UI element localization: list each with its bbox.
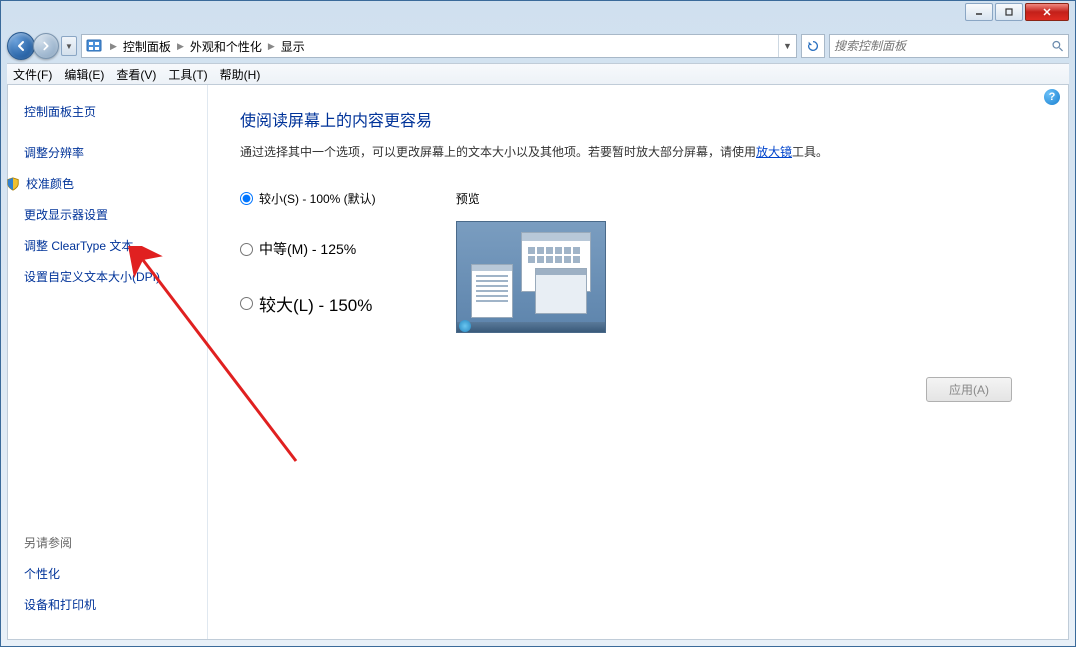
nav-history-button[interactable]: ▼: [61, 36, 77, 56]
control-panel-icon: [86, 38, 102, 54]
close-icon: [1042, 7, 1052, 17]
breadcrumb-item[interactable]: 显示: [279, 38, 307, 55]
help-button[interactable]: ?: [1044, 89, 1060, 105]
sidebar-item-cleartype[interactable]: 调整 ClearType 文本: [24, 237, 207, 254]
sidebar-see-also-heading: 另请参阅: [24, 534, 207, 551]
search-box[interactable]: [829, 34, 1069, 58]
chevron-down-icon: ▼: [65, 42, 73, 51]
refresh-button[interactable]: [801, 34, 825, 58]
menu-bar: 文件(F) 编辑(E) 查看(V) 工具(T) 帮助(H): [7, 63, 1069, 85]
options-row: 较小(S) - 100% (默认) 中等(M) - 125% 较大(L) - 1…: [240, 190, 1036, 333]
forward-icon: [40, 40, 52, 52]
sidebar-item-label: 校准颜色: [26, 175, 74, 192]
sidebar-item-custom-dpi[interactable]: 设置自定义文本大小(DPI): [24, 268, 207, 285]
minimize-button[interactable]: [965, 3, 993, 21]
option-label: 中等(M) - 125%: [259, 239, 356, 259]
sidebar-item-personalization[interactable]: 个性化: [24, 565, 207, 582]
apply-button[interactable]: 应用(A): [926, 377, 1012, 402]
titlebar: [1, 1, 1075, 29]
radio-medium[interactable]: [240, 243, 253, 256]
back-icon: [14, 39, 28, 53]
option-medium[interactable]: 中等(M) - 125%: [240, 239, 376, 259]
address-box[interactable]: ▶ 控制面板 ▶ 外观和个性化 ▶ 显示 ▼: [81, 34, 797, 58]
breadcrumb-item[interactable]: 外观和个性化: [188, 38, 264, 55]
help-icon: ?: [1049, 91, 1056, 103]
preview-image: [456, 221, 606, 333]
sidebar-item-label: 设置自定义文本大小(DPI): [24, 268, 160, 285]
menu-edit[interactable]: 编辑(E): [64, 66, 104, 83]
shield-icon: [6, 177, 20, 191]
sidebar: 控制面板主页 调整分辨率 校准颜色 更改显示器设置 调整 ClearType 文…: [8, 85, 208, 639]
close-button[interactable]: [1025, 3, 1069, 21]
option-small[interactable]: 较小(S) - 100% (默认): [240, 190, 376, 207]
sidebar-item-home[interactable]: 控制面板主页: [24, 103, 207, 120]
sidebar-item-calibrate[interactable]: 校准颜色: [24, 175, 207, 192]
sidebar-item-label: 调整分辨率: [24, 144, 84, 161]
address-bar: ▼ ▶ 控制面板 ▶ 外观和个性化 ▶ 显示 ▼: [1, 29, 1075, 63]
sidebar-item-devices-printers[interactable]: 设备和打印机: [24, 596, 207, 613]
breadcrumb-separator-icon: ▶: [177, 41, 184, 52]
search-icon: [1051, 39, 1064, 53]
option-label: 较大(L) - 150%: [259, 291, 372, 316]
sidebar-item-label: 更改显示器设置: [24, 206, 108, 223]
sidebar-item-label: 设备和打印机: [24, 596, 96, 613]
search-input[interactable]: [834, 39, 1051, 53]
magnifier-link[interactable]: 放大镜: [756, 145, 792, 159]
breadcrumb-separator-icon: ▶: [268, 41, 275, 52]
main-panel: ? 使阅读屏幕上的内容更容易 通过选择其中一个选项，可以更改屏幕上的文本大小以及…: [208, 85, 1068, 639]
option-large[interactable]: 较大(L) - 150%: [240, 291, 376, 316]
menu-view[interactable]: 查看(V): [116, 66, 156, 83]
radio-large[interactable]: [240, 297, 253, 310]
sidebar-item-label: 控制面板主页: [24, 103, 96, 120]
breadcrumb-separator-icon: ▶: [110, 41, 117, 52]
sidebar-item-resolution[interactable]: 调整分辨率: [24, 144, 207, 161]
page-description: 通过选择其中一个选项，可以更改屏幕上的文本大小以及其他项。若要暂时放大部分屏幕，…: [240, 143, 1036, 162]
menu-tools[interactable]: 工具(T): [168, 66, 207, 83]
refresh-icon: [806, 39, 820, 53]
content-area: 控制面板主页 调整分辨率 校准颜色 更改显示器设置 调整 ClearType 文…: [7, 85, 1069, 640]
preview-label: 预览: [456, 190, 606, 207]
sidebar-item-display-settings[interactable]: 更改显示器设置: [24, 206, 207, 223]
radio-small[interactable]: [240, 192, 253, 205]
sidebar-item-label: 个性化: [24, 565, 60, 582]
maximize-button[interactable]: [995, 3, 1023, 21]
apply-row: 应用(A): [240, 377, 1036, 402]
menu-help[interactable]: 帮助(H): [220, 66, 261, 83]
minimize-icon: [974, 7, 984, 17]
page-title: 使阅读屏幕上的内容更容易: [240, 107, 1036, 131]
maximize-icon: [1004, 7, 1014, 17]
back-button[interactable]: [7, 32, 35, 60]
nav-buttons: ▼: [7, 32, 77, 60]
breadcrumb-item[interactable]: 控制面板: [121, 38, 173, 55]
sidebar-item-label: 调整 ClearType 文本: [24, 237, 133, 254]
option-label: 较小(S) - 100% (默认): [259, 190, 376, 207]
size-options: 较小(S) - 100% (默认) 中等(M) - 125% 较大(L) - 1…: [240, 190, 376, 333]
preview-column: 预览: [456, 190, 606, 333]
forward-button[interactable]: [33, 33, 59, 59]
address-dropdown-button[interactable]: ▼: [778, 35, 796, 57]
menu-file[interactable]: 文件(F): [13, 66, 52, 83]
